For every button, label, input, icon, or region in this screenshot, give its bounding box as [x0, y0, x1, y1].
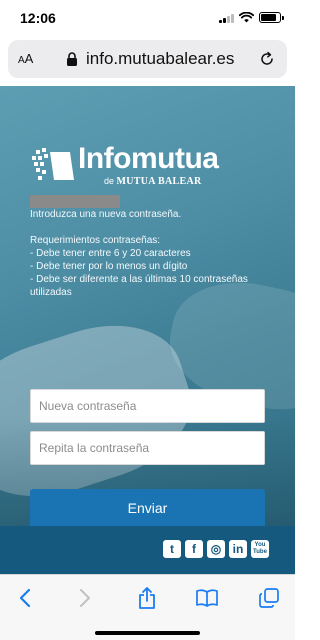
redacted-block [30, 195, 120, 208]
infomutua-logo: Infomutua de MUTUA BALEAR [32, 142, 222, 190]
wifi-icon [239, 12, 254, 23]
tabs-button[interactable] [256, 585, 282, 611]
status-bar: 12:06 [0, 0, 295, 36]
password-instructions: Introduzca una nueva contraseña. Requeri… [30, 208, 270, 299]
address-bar[interactable]: AA info.mutuabalear.es [8, 40, 287, 78]
repeat-password-field[interactable] [30, 431, 265, 465]
status-icons [219, 12, 284, 23]
requirement-item: - Debe tener entre 6 y 20 caracteres [30, 248, 191, 259]
requirement-item: - Debe tener por lo menos un dígito [30, 261, 188, 272]
battery-icon [259, 12, 284, 23]
new-password-field[interactable] [30, 389, 265, 423]
chevron-right-icon [79, 588, 91, 608]
bookmarks-button[interactable] [194, 585, 220, 611]
book-icon [196, 589, 218, 607]
logo-text: Infomutua [78, 142, 219, 175]
share-icon [139, 587, 155, 609]
url-text[interactable]: info.mutuabalear.es [86, 49, 234, 69]
social-links: t f ◎ in You Tube [163, 540, 269, 558]
status-time: 12:06 [20, 10, 56, 26]
requirements-title: Requerimientos contraseñas: [30, 235, 161, 246]
lock-icon [67, 52, 77, 66]
reload-icon[interactable] [259, 51, 275, 67]
twitter-icon[interactable]: t [163, 540, 181, 558]
home-indicator [95, 631, 200, 635]
browser-toolbar [0, 574, 295, 640]
linkedin-icon[interactable]: in [229, 540, 247, 558]
submit-button[interactable]: Enviar [30, 489, 265, 526]
intro-text: Introduzca una nueva contraseña. [30, 209, 182, 220]
requirement-item: - Debe ser diferente a las últimas 10 co… [30, 274, 248, 298]
youtube-icon[interactable]: You Tube [251, 540, 269, 558]
cellular-signal-icon [219, 13, 234, 23]
battery-level [261, 14, 277, 21]
reader-text-size-button[interactable]: AA [18, 51, 33, 66]
tabs-icon [259, 588, 279, 608]
logo-mark-icon [32, 148, 74, 180]
login-hero: Infomutua de MUTUA BALEAR Introduzca una… [0, 86, 295, 526]
chevron-left-icon [19, 588, 31, 608]
forward-button[interactable] [72, 585, 98, 611]
facebook-icon[interactable]: f [185, 540, 203, 558]
share-button[interactable] [134, 585, 160, 611]
site-footer: t f ◎ in You Tube [0, 526, 295, 574]
back-button[interactable] [12, 585, 38, 611]
instagram-icon[interactable]: ◎ [207, 540, 225, 558]
logo-subtitle: de MUTUA BALEAR [104, 176, 202, 187]
